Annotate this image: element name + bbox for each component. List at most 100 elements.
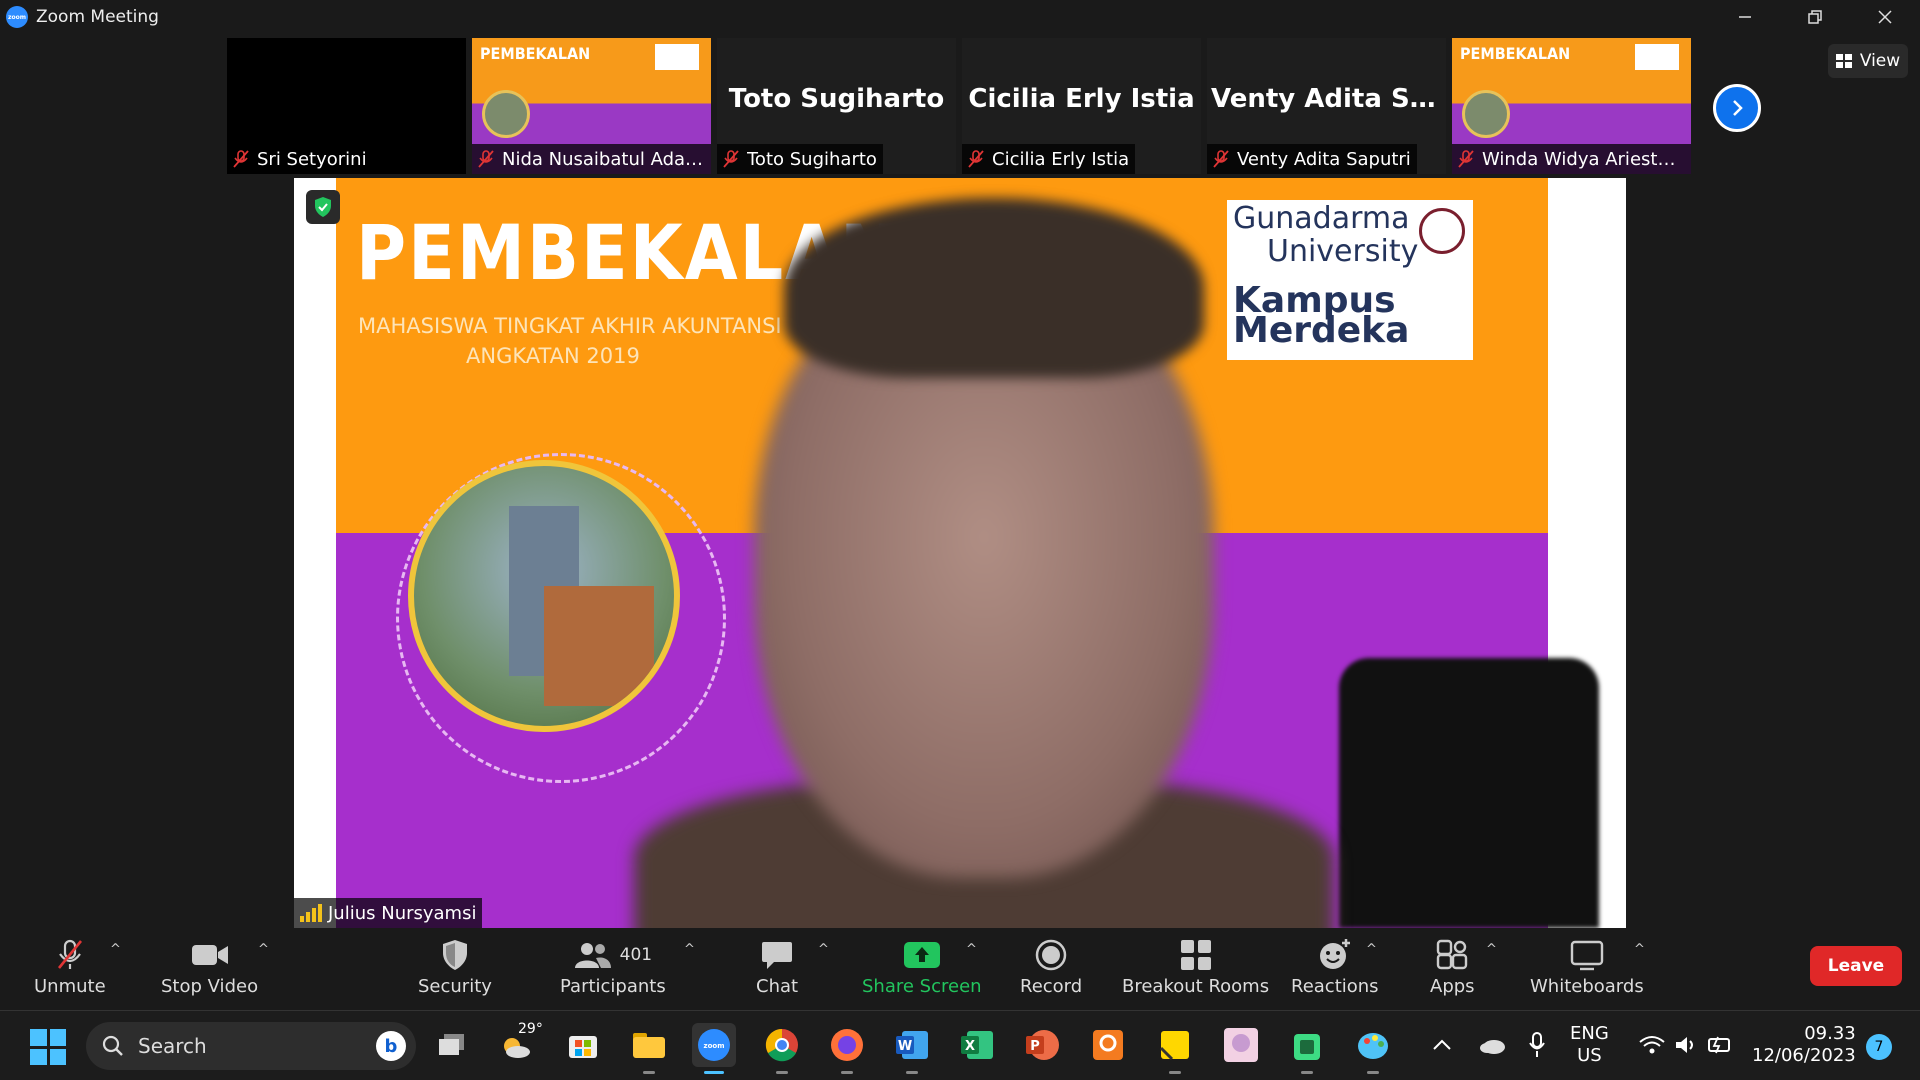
campus-building-image	[408, 460, 680, 732]
next-page-button[interactable]	[1713, 84, 1761, 132]
apps-options-caret[interactable]: ^	[1486, 942, 1497, 957]
participants-options-caret[interactable]: ^	[684, 942, 695, 957]
mic-muted-icon	[57, 939, 82, 969]
mic-muted-icon	[1213, 150, 1229, 168]
file-explorer-icon[interactable]	[627, 1023, 671, 1074]
windows-start-icon[interactable]	[30, 1029, 66, 1065]
chat-label: Chat	[756, 976, 799, 997]
excel-icon[interactable]: X	[955, 1023, 999, 1067]
university-logo-mini	[655, 44, 699, 70]
leave-button[interactable]: Leave	[1810, 946, 1902, 986]
participant-label: Cicilia Erly Istia	[962, 144, 1136, 174]
paint-icon[interactable]	[1351, 1023, 1395, 1074]
video-options-caret[interactable]: ^	[258, 942, 269, 957]
share-screen-button[interactable]: Share Screen	[862, 934, 982, 997]
campus-image-mini	[1462, 90, 1510, 138]
tray-chevron-up-icon[interactable]	[1420, 1023, 1464, 1067]
chrome-icon[interactable]	[760, 1023, 804, 1074]
clock[interactable]: 09.33 12/06/2023	[1752, 1023, 1856, 1067]
poster-thumbnail-title: PEMBEKALAN	[480, 44, 591, 63]
participant-tile[interactable]: Sri Setyorini	[227, 38, 466, 174]
battery-charging-icon[interactable]	[1698, 1023, 1742, 1067]
notification-badge[interactable]: 7	[1866, 1034, 1892, 1060]
onedrive-cloud-icon[interactable]	[1470, 1023, 1514, 1067]
taskbar-search[interactable]: Search b	[86, 1022, 416, 1070]
mic-muted-icon	[1458, 150, 1474, 168]
view-button[interactable]: View	[1828, 44, 1908, 78]
unmute-label: Unmute	[34, 976, 106, 997]
record-button[interactable]: Record	[1020, 934, 1082, 997]
whiteboards-button[interactable]: Whiteboards	[1530, 934, 1644, 997]
encryption-shield-icon[interactable]	[306, 190, 340, 224]
participant-tile[interactable]: PEMBEKALAN Winda Widya Ariestya ...	[1452, 38, 1691, 174]
participants-count: 401	[619, 945, 653, 965]
zoom-taskbar-icon[interactable]: zoom	[692, 1023, 736, 1074]
participant-label: Sri Setyorini	[227, 144, 373, 174]
chat-options-caret[interactable]: ^	[818, 942, 829, 957]
participants-label: Participants	[560, 976, 666, 997]
powerpoint-icon[interactable]: P	[1020, 1023, 1064, 1067]
video-camera-icon	[191, 945, 228, 965]
unmute-button[interactable]: Unmute	[34, 934, 106, 997]
svg-text:X: X	[965, 1039, 975, 1054]
chat-button[interactable]: Chat	[756, 934, 798, 997]
campus-image-mini	[482, 90, 530, 138]
anime-app-icon[interactable]	[1219, 1023, 1263, 1067]
reactions-options-caret[interactable]: ^	[1366, 942, 1377, 957]
restore-button[interactable]	[1780, 0, 1850, 34]
security-label: Security	[418, 976, 492, 997]
security-button[interactable]: Security	[418, 934, 492, 997]
word-icon[interactable]: W	[890, 1023, 934, 1074]
poster-thumbnail-title: PEMBEKALAN	[1460, 44, 1571, 63]
windows-taskbar: Search b 29° zoom W X P ENG US 09.33 12/…	[0, 1010, 1920, 1080]
university-emblem	[1419, 208, 1465, 254]
share-options-caret[interactable]: ^	[966, 942, 977, 957]
connection-signal-icon	[300, 904, 322, 922]
clock-date: 12/06/2023	[1752, 1045, 1856, 1066]
whiteboards-label: Whiteboards	[1530, 976, 1644, 997]
participant-big-name: Toto Sugiharto	[728, 84, 945, 114]
close-button[interactable]	[1850, 0, 1920, 34]
participant-tile[interactable]: PEMBEKALAN Nida Nusaibatul Adaw...	[472, 38, 711, 174]
minimize-button[interactable]	[1710, 0, 1780, 34]
record-icon	[1035, 939, 1067, 971]
window-controls	[1710, 0, 1920, 34]
reactions-label: Reactions	[1291, 976, 1379, 997]
participant-tile[interactable]: Cicilia Erly Istia Cicilia Erly Istia	[962, 38, 1201, 174]
participant-tile[interactable]: Toto Sugiharto Toto Sugiharto	[717, 38, 956, 174]
svg-text:zoom: zoom	[704, 1042, 725, 1050]
sticky-notes-icon[interactable]	[1153, 1023, 1197, 1074]
window-title: Zoom Meeting	[36, 7, 159, 27]
participant-label: Winda Widya Ariestya ...	[1452, 144, 1691, 174]
share-screen-icon	[903, 942, 940, 968]
whiteboards-options-caret[interactable]: ^	[1634, 942, 1645, 957]
chat-bubble-icon	[762, 942, 793, 969]
mic-muted-icon	[723, 150, 739, 168]
breakout-rooms-icon	[1180, 940, 1211, 970]
active-speaker-video[interactable]: PEMBEKALAN MAHASISWA TINGKAT AKHIR AKUNT…	[294, 178, 1626, 928]
weather-temperature: 29°	[518, 1021, 543, 1037]
pdf-reader-icon[interactable]	[1086, 1023, 1130, 1067]
svg-text:P: P	[1030, 1039, 1040, 1054]
apps-button[interactable]: Apps	[1430, 934, 1475, 997]
stop-video-button[interactable]: Stop Video	[161, 934, 258, 997]
android-app-icon[interactable]	[1285, 1023, 1329, 1074]
microsoft-store-icon[interactable]	[561, 1023, 605, 1067]
breakout-rooms-label: Breakout Rooms	[1122, 976, 1270, 997]
breakout-rooms-button[interactable]: Breakout Rooms	[1122, 934, 1269, 997]
audio-options-caret[interactable]: ^	[110, 942, 121, 957]
building-shape	[544, 586, 654, 706]
language-indicator[interactable]: ENG US	[1570, 1023, 1609, 1067]
meeting-toolbar: Unmute ^ Stop Video ^ Security 401 Parti…	[0, 928, 1920, 1010]
microphone-icon[interactable]	[1515, 1023, 1559, 1067]
participant-tile[interactable]: Venty Adita Sap... Venty Adita Saputri	[1207, 38, 1446, 174]
task-view-icon[interactable]	[430, 1023, 474, 1067]
view-button-label: View	[1859, 51, 1901, 71]
search-placeholder: Search	[138, 1034, 207, 1058]
participants-button[interactable]: 401 Participants	[560, 934, 666, 997]
participant-strip: Sri Setyorini PEMBEKALAN Nida Nusaibatul…	[227, 38, 1691, 174]
chair-background	[1339, 658, 1599, 928]
firefox-icon[interactable]	[825, 1023, 869, 1074]
language-code: ENG	[1570, 1023, 1609, 1044]
bing-icon[interactable]: b	[376, 1031, 406, 1061]
